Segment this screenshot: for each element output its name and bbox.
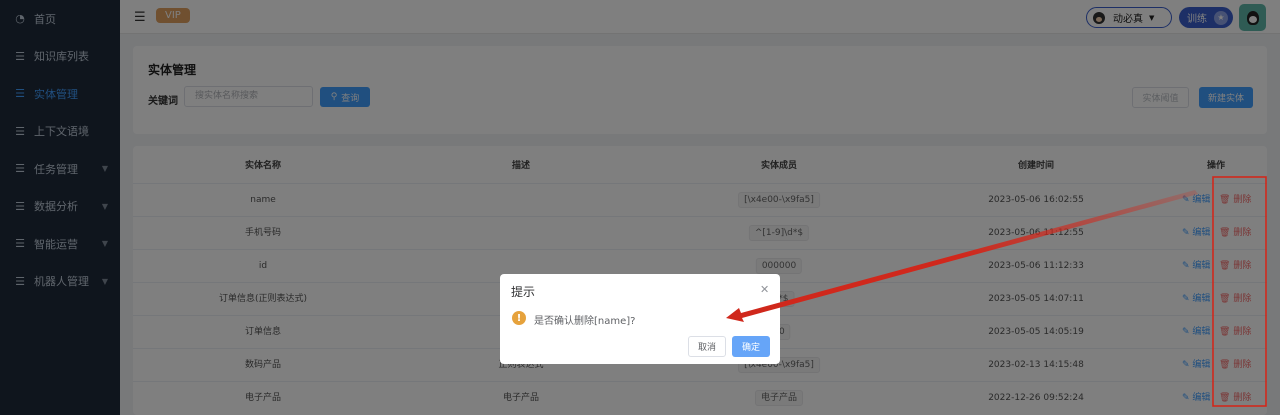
close-icon[interactable]: ✕ <box>760 283 769 296</box>
warning-icon: ! <box>512 311 526 325</box>
cancel-button[interactable]: 取消 <box>688 336 726 357</box>
dialog-message: 是否确认删除[name]? <box>534 316 636 327</box>
confirm-dialog: 提示 ✕ ! 是否确认删除[name]? 取消 确定 <box>500 274 780 364</box>
confirm-button[interactable]: 确定 <box>732 336 770 357</box>
dialog-title: 提示 <box>511 285 536 299</box>
